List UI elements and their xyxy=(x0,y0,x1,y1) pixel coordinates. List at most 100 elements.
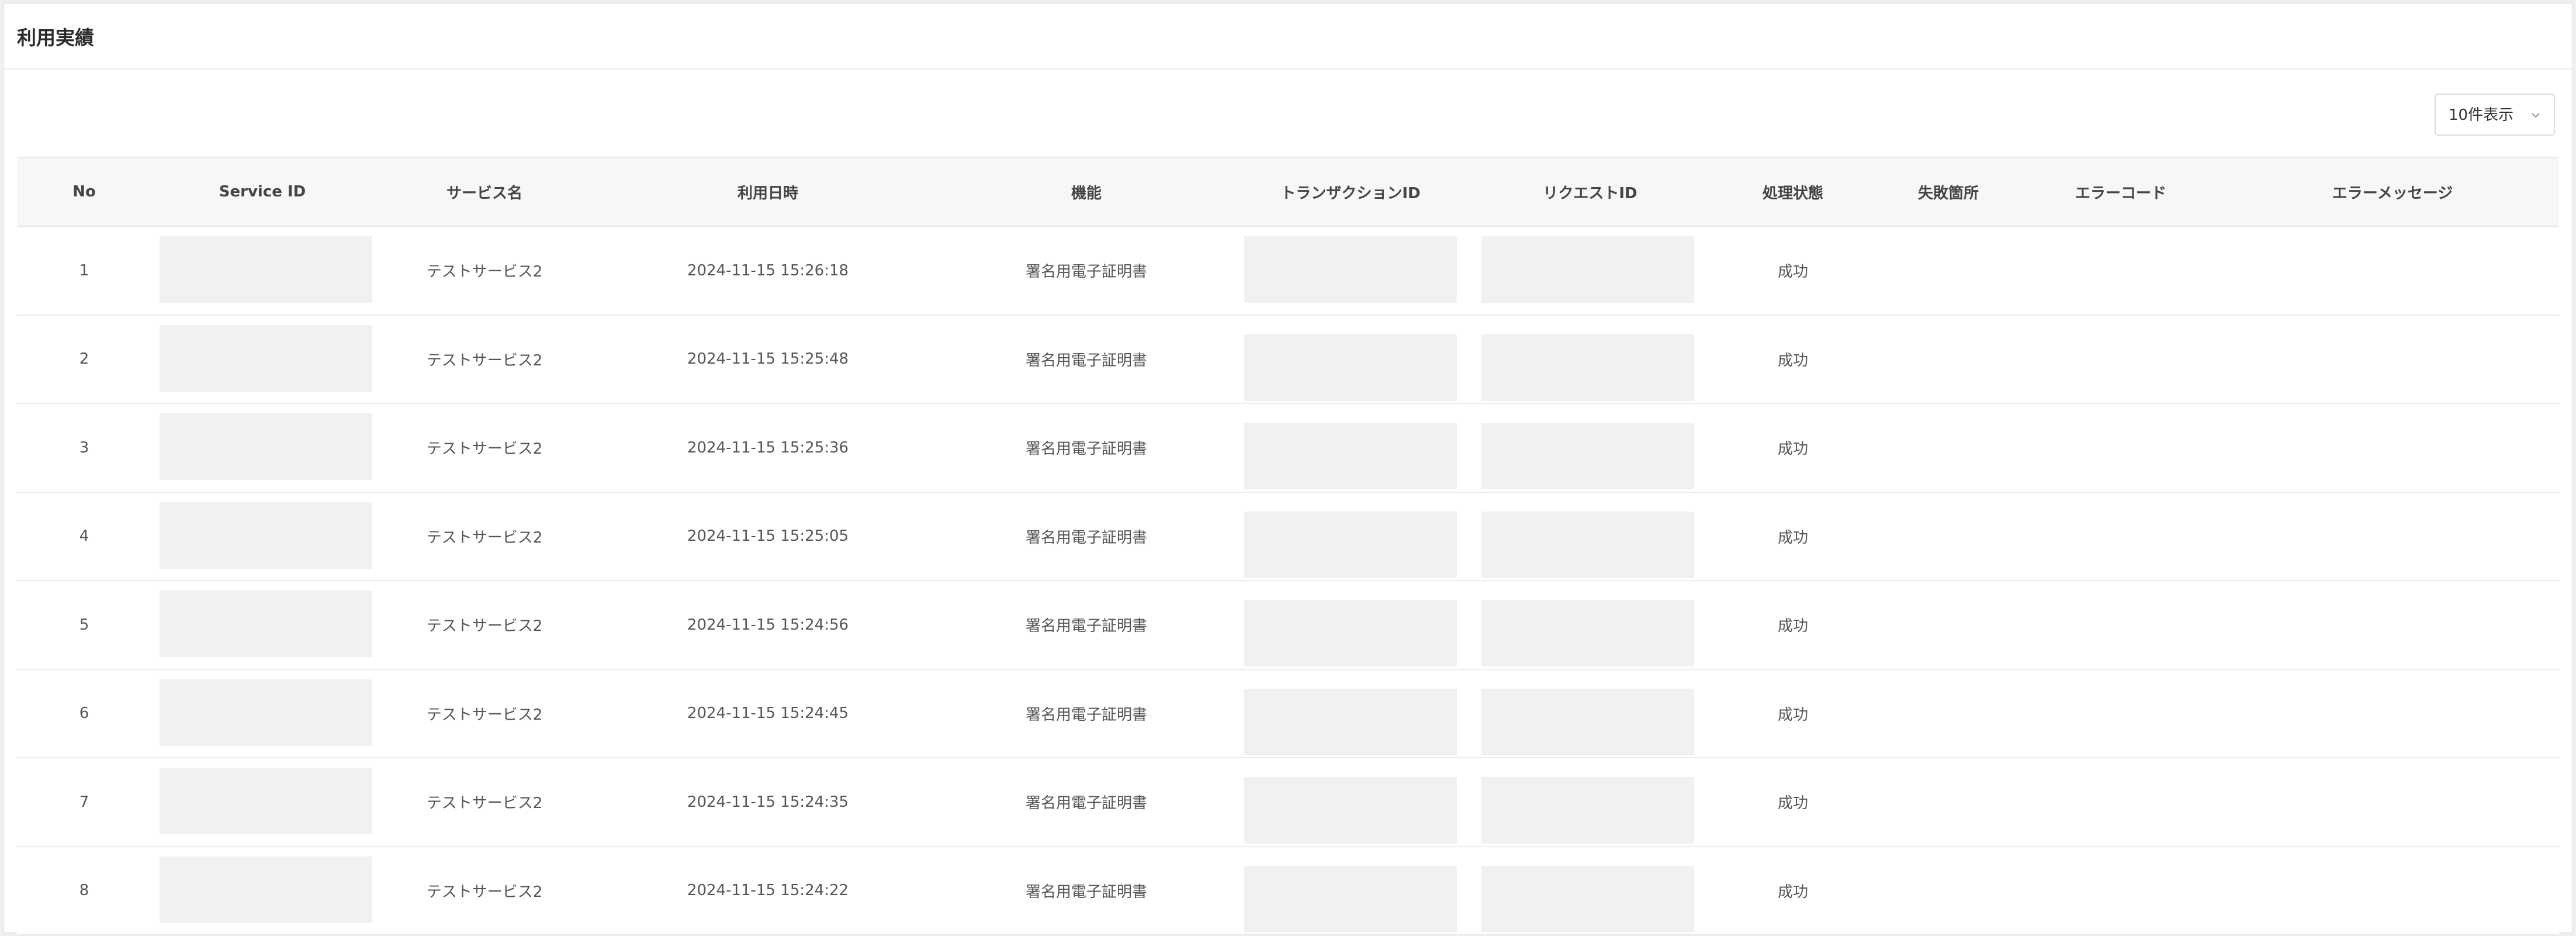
cell-service-name: テストサービス2 xyxy=(426,617,543,635)
cell-no: 3 xyxy=(79,438,89,457)
cell-status: 成功 xyxy=(1777,440,1808,458)
cell-status: 成功 xyxy=(1777,351,1808,369)
cell-status: 成功 xyxy=(1777,883,1808,901)
cell-service-name: テストサービス2 xyxy=(426,883,543,901)
transaction-id-masked xyxy=(1244,334,1457,401)
cell-no: 7 xyxy=(79,793,89,811)
cell-function: 署名用電子証明書 xyxy=(1025,263,1147,281)
request-id-masked xyxy=(1481,511,1694,578)
request-id-masked xyxy=(1481,688,1694,755)
column-header-status[interactable]: 処理状態 xyxy=(1720,158,1866,226)
usage-table: No Service ID サービス名 利用日時 機能 トランザクションID リ… xyxy=(17,157,2559,935)
cell-error-code xyxy=(2021,404,2220,492)
service-id-masked xyxy=(160,236,372,303)
cell-no: 4 xyxy=(79,527,89,545)
cell-failure-point xyxy=(1875,227,2021,315)
column-header-failure-point[interactable]: 失敗箇所 xyxy=(1875,158,2021,226)
table-row[interactable]: 2 テストサービス2 2024-11-15 15:25:48 署名用電子証明書 … xyxy=(17,315,2559,404)
transaction-id-masked xyxy=(1244,423,1457,489)
table-row[interactable]: 7 テストサービス2 2024-11-15 15:24:35 署名用電子証明書 … xyxy=(17,758,2559,847)
cell-error-message xyxy=(2226,758,2559,846)
column-header-function[interactable]: 機能 xyxy=(940,158,1232,226)
chevron-down-icon xyxy=(2532,113,2540,118)
table-header-row: No Service ID サービス名 利用日時 機能 トランザクションID リ… xyxy=(17,157,2559,227)
column-header-request-id[interactable]: リクエストID xyxy=(1478,158,1702,226)
transaction-id-masked xyxy=(1244,511,1457,578)
table-body: 1 テストサービス2 2024-11-15 15:26:18 署名用電子証明書 … xyxy=(17,227,2559,935)
cell-service-name: テストサービス2 xyxy=(426,351,543,369)
cell-no: 6 xyxy=(79,704,89,723)
service-id-masked xyxy=(160,502,372,569)
cell-failure-point xyxy=(1875,404,2021,492)
cell-error-code xyxy=(2021,227,2220,315)
cell-no: 1 xyxy=(79,261,89,279)
cell-error-message xyxy=(2226,581,2559,669)
cell-used-at: 2024-11-15 15:25:05 xyxy=(687,527,849,545)
request-id-masked xyxy=(1481,777,1694,844)
cell-error-message xyxy=(2226,404,2559,492)
column-header-service-id[interactable]: Service ID xyxy=(151,158,373,226)
cell-status: 成功 xyxy=(1777,529,1808,547)
cell-function: 署名用電子証明書 xyxy=(1025,440,1147,458)
table-row[interactable]: 4 テストサービス2 2024-11-15 15:25:05 署名用電子証明書 … xyxy=(17,492,2559,581)
cell-used-at: 2024-11-15 15:24:56 xyxy=(687,616,849,634)
cell-error-message xyxy=(2226,316,2559,403)
table-row[interactable]: 5 テストサービス2 2024-11-15 15:24:56 署名用電子証明書 … xyxy=(17,581,2559,670)
cell-error-message xyxy=(2226,493,2559,581)
cell-failure-point xyxy=(1875,581,2021,669)
column-header-used-at[interactable]: 利用日時 xyxy=(595,158,940,226)
page-title: 利用実績 xyxy=(17,26,94,49)
request-id-masked xyxy=(1481,600,1694,666)
cell-status: 成功 xyxy=(1777,795,1808,813)
cell-function: 署名用電子証明書 xyxy=(1025,795,1147,813)
cell-failure-point xyxy=(1875,758,2021,846)
transaction-id-masked xyxy=(1244,777,1457,844)
cell-used-at: 2024-11-15 15:24:45 xyxy=(687,704,849,723)
cell-used-at: 2024-11-15 15:25:36 xyxy=(687,438,849,457)
cell-error-code xyxy=(2021,670,2220,758)
cell-used-at: 2024-11-15 15:25:48 xyxy=(687,350,849,368)
cell-error-code xyxy=(2021,316,2220,403)
table-row[interactable]: 3 テストサービス2 2024-11-15 15:25:36 署名用電子証明書 … xyxy=(17,404,2559,493)
column-header-error-message[interactable]: エラーメッセージ xyxy=(2226,158,2559,226)
cell-function: 署名用電子証明書 xyxy=(1025,617,1147,635)
cell-error-message xyxy=(2226,227,2559,315)
service-id-masked xyxy=(160,679,372,746)
column-header-transaction-id[interactable]: トランザクションID xyxy=(1238,158,1463,226)
column-header-service-name[interactable]: サービス名 xyxy=(373,158,595,226)
cell-function: 署名用電子証明書 xyxy=(1025,883,1147,901)
cell-error-message xyxy=(2226,847,2559,935)
request-id-masked xyxy=(1481,334,1694,401)
column-header-no[interactable]: No xyxy=(17,158,151,226)
cell-no: 2 xyxy=(79,350,89,368)
request-id-masked xyxy=(1481,236,1694,303)
transaction-id-masked xyxy=(1244,865,1457,932)
cell-used-at: 2024-11-15 15:24:35 xyxy=(687,793,849,811)
service-id-masked xyxy=(160,590,372,657)
service-id-masked xyxy=(160,856,372,923)
cell-no: 8 xyxy=(79,882,89,900)
cell-error-code xyxy=(2021,493,2220,581)
page-size-select[interactable]: 10件表示 xyxy=(2435,94,2555,136)
cell-failure-point xyxy=(1875,670,2021,758)
cell-service-name: テストサービス2 xyxy=(426,440,543,458)
transaction-id-masked xyxy=(1244,688,1457,755)
column-header-error-code[interactable]: エラーコード xyxy=(2021,158,2220,226)
cell-service-name: テストサービス2 xyxy=(426,529,543,547)
table-row[interactable]: 6 テストサービス2 2024-11-15 15:24:45 署名用電子証明書 … xyxy=(17,669,2559,758)
cell-status: 成功 xyxy=(1777,263,1808,281)
transaction-id-masked xyxy=(1244,600,1457,666)
table-row[interactable]: 1 テストサービス2 2024-11-15 15:26:18 署名用電子証明書 … xyxy=(17,227,2559,316)
cell-used-at: 2024-11-15 15:24:22 xyxy=(687,882,849,900)
table-row[interactable]: 8 テストサービス2 2024-11-15 15:24:22 署名用電子証明書 … xyxy=(17,847,2559,935)
request-id-masked xyxy=(1481,865,1694,932)
card-header: 利用実績 xyxy=(4,4,2572,70)
cell-no: 5 xyxy=(79,616,89,634)
cell-function: 署名用電子証明書 xyxy=(1025,529,1147,547)
service-id-masked xyxy=(160,413,372,480)
cell-failure-point xyxy=(1875,847,2021,935)
cell-error-code xyxy=(2021,581,2220,669)
page-size-value: 10件表示 xyxy=(2449,106,2514,124)
cell-status: 成功 xyxy=(1777,617,1808,635)
cell-status: 成功 xyxy=(1777,706,1808,724)
